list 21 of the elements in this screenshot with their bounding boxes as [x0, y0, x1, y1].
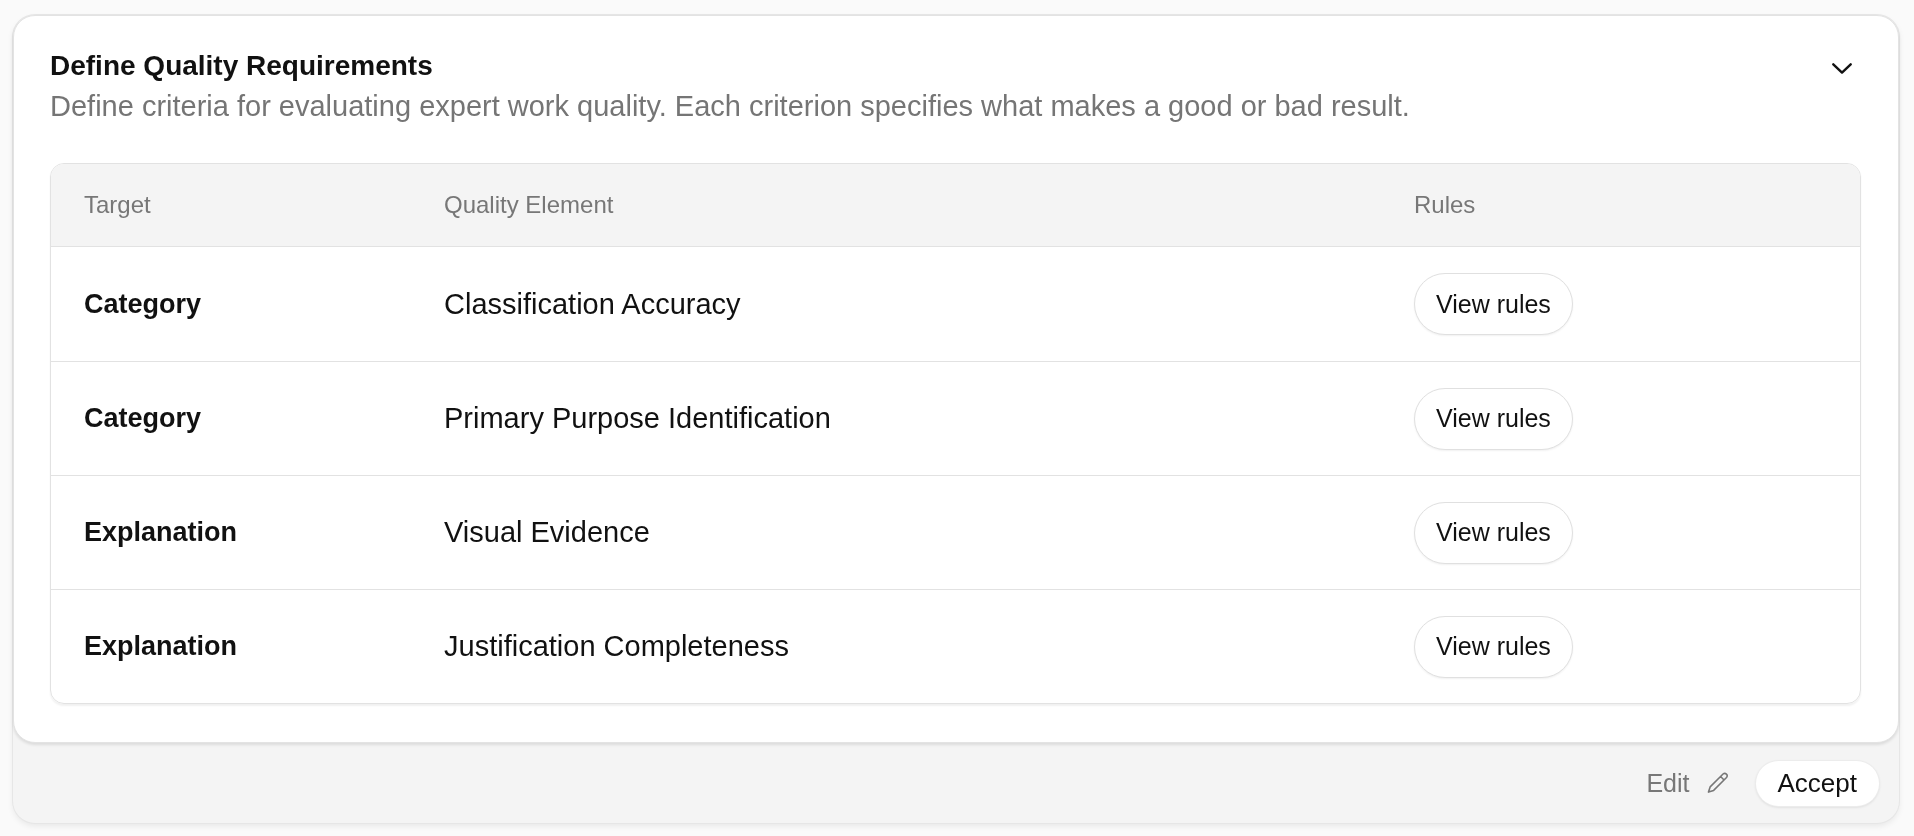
chevron-down-icon[interactable] — [1832, 63, 1852, 74]
table-cell: Category — [84, 403, 202, 434]
view-rules-button[interactable]: View rules — [1414, 387, 1573, 450]
table-cell: Category — [84, 288, 202, 320]
column-header: Rules — [1414, 191, 1476, 219]
table-cell: Visual Evidence — [444, 516, 650, 549]
edit-button[interactable]: Edit — [1646, 768, 1729, 798]
view-rules-button[interactable]: View rules — [1414, 273, 1573, 335]
section-title: Define Quality Requirements — [50, 49, 433, 83]
accept-button[interactable]: Accept — [1755, 760, 1879, 806]
section-description: Define criteria for evaluating expert work quality. Each criterion specifies what makes a good or bad result. — [50, 89, 1410, 124]
table-cell: Justification Completeness — [444, 630, 789, 663]
pencil-icon — [1706, 772, 1729, 794]
table-cell: Explanation — [84, 631, 238, 662]
column-header: Target — [84, 191, 151, 219]
table-cell: Primary Purpose Identification — [444, 402, 831, 435]
table-cell: Explanation — [84, 517, 238, 548]
table-cell: Classification Accuracy — [444, 287, 741, 321]
view-rules-button[interactable]: View rules — [1414, 501, 1573, 564]
view-rules-button[interactable]: View rules — [1414, 615, 1573, 678]
column-header: Quality Element — [444, 191, 614, 219]
